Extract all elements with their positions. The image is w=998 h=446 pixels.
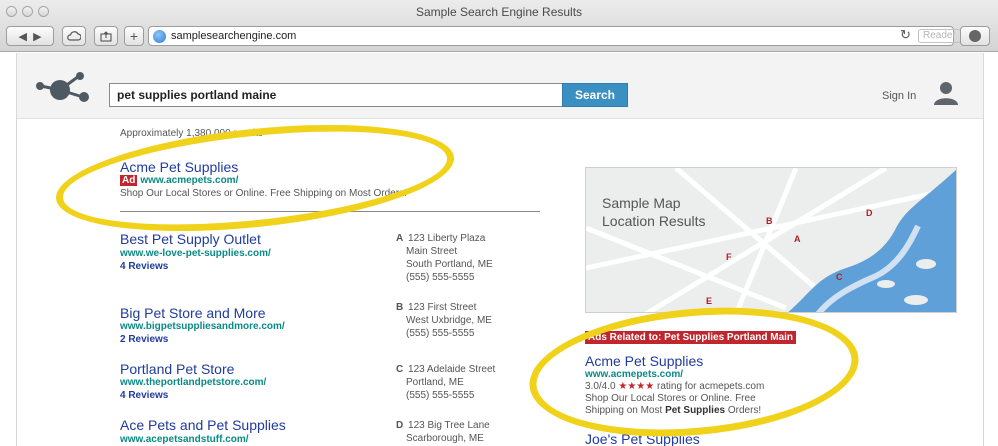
side-ad-rating: 3.0/4.0 ★★★★ rating for acmepets.com bbox=[585, 381, 764, 392]
search-input[interactable]: pet supplies portland maine bbox=[109, 83, 563, 107]
map-title: Sample Map Location Results bbox=[602, 194, 706, 230]
address-bar[interactable]: samplesearchengine.com bbox=[148, 26, 954, 46]
address-line: 123 Adelaide Street bbox=[408, 364, 496, 375]
map-pin-f[interactable]: F bbox=[726, 252, 732, 262]
result-reviews-link[interactable]: 4 Reviews bbox=[120, 261, 168, 272]
side-ad-title-link[interactable]: Joe's Pet Supplies bbox=[585, 431, 700, 446]
sign-in-link[interactable]: Sign In bbox=[882, 90, 916, 102]
reload-icon[interactable]: ↻ bbox=[900, 27, 911, 43]
location-letter: B bbox=[396, 302, 404, 313]
location-letter: A bbox=[396, 233, 404, 244]
search-header: pet supplies portland maine Search Sign … bbox=[17, 53, 983, 119]
address-line: West Uxbridge, ME bbox=[406, 315, 492, 326]
result-url[interactable]: www.bigpetsuppliesandmore.com/ bbox=[120, 321, 285, 332]
rating-value: 3.0/4.0 bbox=[585, 381, 616, 392]
share-icon bbox=[100, 30, 112, 42]
result-reviews-link[interactable]: 4 Reviews bbox=[120, 390, 168, 401]
location-address-c: C 123 Adelaide Street Portland, ME (555)… bbox=[396, 363, 495, 402]
result-title-link[interactable]: Portland Pet Store bbox=[120, 361, 234, 377]
share-button[interactable] bbox=[94, 26, 118, 46]
side-ad-description-line: Shop Our Local Stores or Online. Free bbox=[585, 393, 756, 404]
result-url[interactable]: www.theportlandpetstore.com/ bbox=[120, 377, 266, 388]
location-address-d: D 123 Big Tree Lane Scarborough, ME bbox=[396, 419, 490, 445]
user-avatar-icon[interactable] bbox=[932, 81, 960, 105]
back-forward-buttons[interactable]: ◀ ▶ bbox=[6, 26, 54, 46]
location-address-a: A 123 Liberty Plaza Main Street South Po… bbox=[396, 232, 493, 284]
address-line: 123 Liberty Plaza bbox=[408, 233, 486, 244]
map-pin-b[interactable]: B bbox=[766, 216, 773, 226]
address-line: (555) 555-5555 bbox=[406, 272, 475, 283]
location-address-b: B 123 First Street West Uxbridge, ME (55… bbox=[396, 301, 492, 340]
result-title-link[interactable]: Big Pet Store and More bbox=[120, 305, 266, 321]
desc-text: Shipping on Most bbox=[585, 405, 666, 416]
search-button[interactable]: Search bbox=[562, 83, 628, 107]
top-ad-url-text[interactable]: www.acmepets.com/ bbox=[140, 175, 238, 186]
highlight-circle-side-ad bbox=[524, 294, 864, 446]
plus-icon: + bbox=[129, 28, 139, 44]
url-text: samplesearchengine.com bbox=[171, 30, 297, 42]
window-title: Sample Search Engine Results bbox=[415, 5, 583, 19]
address-line: 123 First Street bbox=[408, 302, 477, 313]
map-pin-c[interactable]: C bbox=[836, 272, 843, 282]
result-reviews-link[interactable]: 2 Reviews bbox=[120, 334, 168, 345]
downloads-button[interactable] bbox=[960, 26, 990, 46]
side-ad-description-line: Shipping on Most Pet Supplies Orders! bbox=[585, 405, 761, 416]
address-line: (555) 555-5555 bbox=[406, 328, 475, 339]
rating-text: rating for acmepets.com bbox=[657, 381, 765, 392]
title-bar: Sample Search Engine Results ◀ ▶ + sampl… bbox=[0, 0, 998, 52]
map-pin-d[interactable]: D bbox=[866, 208, 873, 218]
map-graphic bbox=[586, 168, 956, 312]
top-ad-description: Shop Our Local Stores or Online. Free Sh… bbox=[120, 188, 407, 199]
globe-icon bbox=[153, 29, 166, 43]
side-ad-url[interactable]: www.acmepets.com/ bbox=[585, 369, 683, 380]
result-url[interactable]: www.we-love-pet-supplies.com/ bbox=[120, 248, 271, 259]
address-line: Main Street bbox=[406, 246, 458, 257]
results-divider bbox=[120, 211, 540, 212]
map-title-line: Sample Map bbox=[602, 195, 681, 211]
map-pin-a[interactable]: A bbox=[794, 234, 801, 244]
result-title-link[interactable]: Ace Pets and Pet Supplies bbox=[120, 417, 286, 433]
page-content: pet supplies portland maine Search Sign … bbox=[16, 53, 984, 446]
desc-bold-text: Pet Supplies bbox=[665, 405, 726, 416]
map-title-line: Location Results bbox=[602, 213, 706, 229]
top-ad-url[interactable]: Ad www.acmepets.com/ bbox=[120, 175, 238, 186]
location-letter: D bbox=[396, 420, 404, 431]
back-icon[interactable]: ◀ bbox=[18, 30, 26, 43]
address-line: Scarborough, ME bbox=[406, 433, 484, 444]
location-letter: C bbox=[396, 364, 404, 375]
desc-text: Orders! bbox=[725, 405, 762, 416]
side-ad-title-link[interactable]: Acme Pet Supplies bbox=[585, 353, 703, 369]
address-line: (555) 555-5555 bbox=[406, 390, 475, 401]
cloud-icon bbox=[67, 31, 81, 41]
star-rating-icon: ★★★★ bbox=[618, 381, 655, 392]
download-icon bbox=[969, 30, 981, 42]
results-count: Approximately 1,380,000 results bbox=[120, 128, 263, 139]
map-pin-e[interactable]: E bbox=[706, 296, 712, 306]
browser-window: Sample Search Engine Results ◀ ▶ + sampl… bbox=[0, 0, 998, 446]
address-line: Portland, ME bbox=[406, 377, 464, 388]
top-ad-title-link[interactable]: Acme Pet Supplies bbox=[120, 159, 238, 175]
reader-button[interactable]: Reader bbox=[918, 29, 961, 43]
address-line: South Portland, ME bbox=[406, 259, 493, 270]
forward-icon[interactable]: ▶ bbox=[33, 30, 41, 43]
ad-badge: Ad bbox=[120, 175, 138, 186]
new-tab-button[interactable]: + bbox=[124, 26, 144, 46]
icloud-tabs-button[interactable] bbox=[62, 26, 86, 46]
search-engine-logo-icon bbox=[36, 72, 89, 102]
result-title-link[interactable]: Best Pet Supply Outlet bbox=[120, 231, 261, 247]
address-line: 123 Big Tree Lane bbox=[408, 420, 490, 431]
location-map[interactable]: Sample Map Location Results A B C D E F bbox=[585, 167, 957, 313]
related-ads-header: Ads Related to: Pet Supplies Portland Ma… bbox=[585, 331, 797, 344]
result-url[interactable]: www.acepetsandstuff.com/ bbox=[120, 434, 249, 445]
